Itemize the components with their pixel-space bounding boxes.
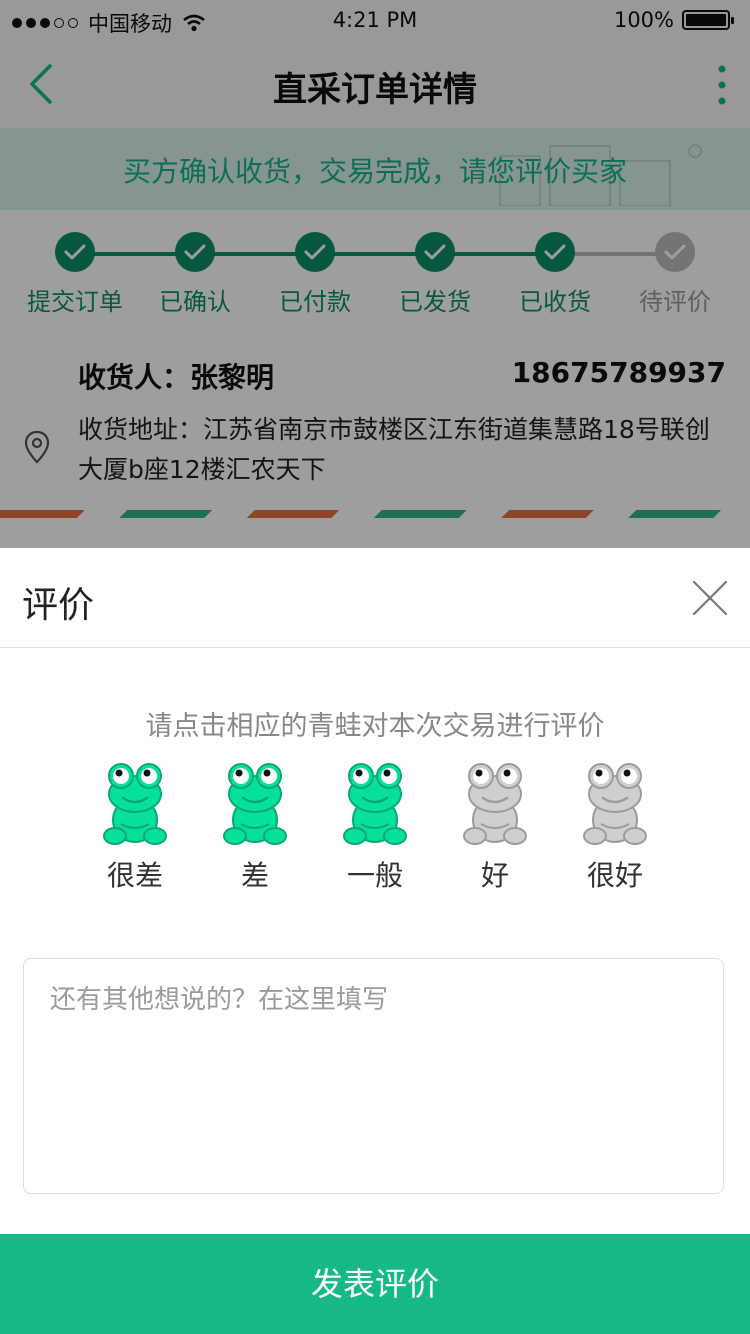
- frog-rating: 很差 差 一般 好 很好: [0, 762, 750, 902]
- rating-option-label: 很差: [106, 859, 163, 892]
- rating-option-label: 差: [240, 859, 269, 892]
- submit-review-button[interactable]: 发表评价: [0, 1234, 750, 1334]
- rating-option-label: 好: [480, 859, 509, 892]
- rating-option[interactable]: 一般: [315, 762, 435, 894]
- review-sheet: 评价 请点击相应的青蛙对本次交易进行评价 很差 差 一般 好 很好 发表评价: [0, 548, 750, 1334]
- rating-option[interactable]: 好: [435, 762, 555, 894]
- frog-icon: [555, 762, 675, 846]
- frog-icon: [315, 762, 435, 846]
- sheet-title: 评价: [22, 585, 95, 626]
- modal-overlay[interactable]: [0, 0, 750, 548]
- sheet-header: 评价: [0, 548, 750, 648]
- close-icon[interactable]: [692, 580, 728, 616]
- rating-option-label: 很好: [586, 859, 643, 892]
- frog-icon: [435, 762, 555, 846]
- rating-option[interactable]: 差: [195, 762, 315, 894]
- rating-option-label: 一般: [346, 859, 403, 892]
- frog-icon: [195, 762, 315, 846]
- rating-option[interactable]: 很差: [75, 762, 195, 894]
- rating-prompt: 请点击相应的青蛙对本次交易进行评价: [145, 711, 605, 742]
- frog-icon: [75, 762, 195, 846]
- rating-option[interactable]: 很好: [555, 762, 675, 894]
- comment-input[interactable]: [23, 958, 724, 1194]
